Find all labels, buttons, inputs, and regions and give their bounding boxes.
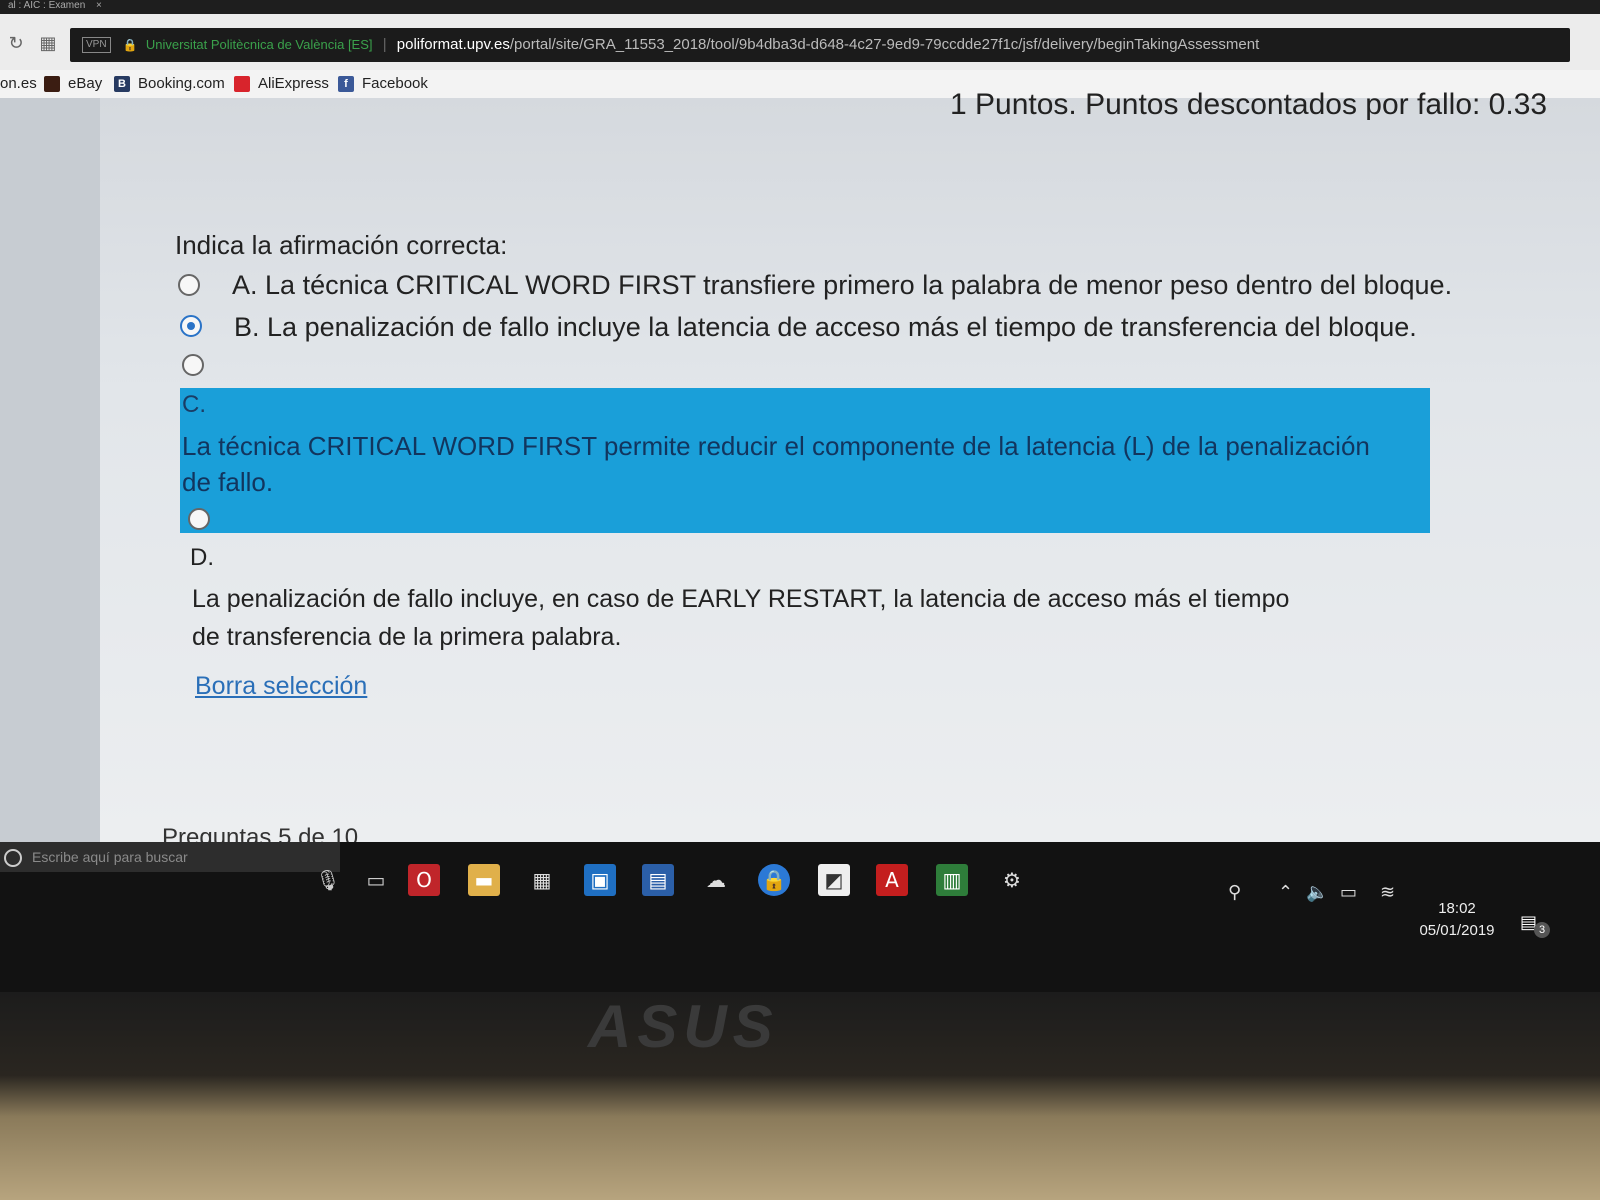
option-a-label[interactable]: A. La técnica CRITICAL WORD FIRST transf… — [232, 270, 1452, 301]
url-separator: | — [382, 36, 387, 53]
microphone-icon[interactable]: 🎙 — [312, 864, 344, 896]
ebay-bag-icon — [44, 76, 60, 93]
option-c-radio[interactable] — [182, 354, 204, 376]
task-view-icon[interactable]: ▭ — [360, 864, 392, 896]
computer-icon[interactable]: ▣ — [584, 864, 616, 896]
bookmark-label: Booking.com — [138, 75, 225, 92]
search-placeholder: Escribe aquí para buscar — [32, 849, 188, 865]
clock-time: 18:02 — [1438, 900, 1476, 917]
file-explorer-icon[interactable]: ▬ — [468, 864, 500, 896]
tab-close-icon[interactable]: × — [96, 0, 102, 11]
question-text: Indica la afirmación correcta: — [175, 230, 508, 260]
bookmark-aliexpress[interactable]: AliExpress — [234, 70, 329, 98]
system-clock[interactable]: 18:02 05/01/2019 — [1412, 898, 1502, 942]
battery-icon[interactable]: ▭ — [1340, 882, 1357, 922]
left-gutter — [0, 98, 100, 842]
lock-icon: 🔒 — [122, 38, 138, 52]
brand-logo: ASUS — [588, 993, 779, 1060]
bookmark-label: Facebook — [362, 75, 428, 92]
option-b-letter: B. — [234, 312, 260, 342]
calculator-icon[interactable]: ▦ — [526, 864, 558, 896]
option-b-radio[interactable] — [180, 315, 202, 337]
bookmark-facebook[interactable]: f Facebook — [338, 70, 428, 98]
bookmark-item[interactable]: on.es — [0, 70, 37, 98]
browser-tab[interactable]: al : AIC : Examen × — [0, 0, 110, 14]
assessment-page: 1 Puntos. Puntos descontados por fallo: … — [0, 88, 1600, 851]
sticky-notes-icon[interactable]: ◩ — [818, 864, 850, 896]
points-info: 1 Puntos. Puntos descontados por fallo: … — [950, 88, 1548, 121]
option-c-letter: C. — [182, 391, 206, 418]
bookmark-booking[interactable]: B Booking.com — [114, 70, 225, 98]
reload-icon[interactable]: ↻ — [6, 34, 26, 54]
url-host: poliformat.upv.es — [396, 36, 510, 53]
option-d-radio[interactable] — [188, 508, 210, 530]
option-d-letter: D. — [190, 544, 214, 571]
bookmark-label: on.es — [0, 75, 37, 92]
clear-selection-link[interactable]: Borra selección — [195, 672, 367, 701]
option-c-text[interactable]: La técnica CRITICAL WORD FIRST permite r… — [182, 428, 1392, 500]
speed-dial-icon[interactable]: ▦ — [38, 34, 58, 54]
volume-icon[interactable]: 🔈 — [1306, 882, 1328, 922]
cloud-app-icon[interactable]: ☁ — [700, 864, 732, 896]
url-path: /portal/site/GRA_11553_2018/tool/9b4dba3… — [509, 36, 1260, 53]
app-window-icon[interactable]: ▤ — [642, 864, 674, 896]
url-field[interactable]: VPN 🔒 Universitat Politècnica de Valènci… — [70, 28, 1570, 62]
option-b-text: La penalización de fallo incluye la late… — [267, 312, 1417, 342]
option-a-letter: A. — [232, 270, 258, 300]
laptop-bezel: ASUS — [0, 992, 1600, 1200]
booking-icon: B — [114, 76, 130, 93]
vpn-badge[interactable]: VPN — [82, 37, 111, 54]
spreadsheet-icon[interactable]: ▥ — [936, 864, 968, 896]
action-center-icon[interactable]: ▤ 3 — [1520, 912, 1550, 938]
tab-title: al : AIC : Examen — [8, 0, 86, 11]
opera-icon[interactable]: O — [408, 864, 440, 896]
clock-date: 05/01/2019 — [1419, 922, 1495, 939]
option-b-label[interactable]: B. La penalización de fallo incluye la l… — [234, 312, 1417, 343]
people-icon[interactable]: ⚲ — [1228, 882, 1241, 922]
wifi-icon[interactable]: ≋ — [1380, 882, 1395, 922]
vpn-lock-icon[interactable]: 🔒 — [758, 864, 790, 896]
notification-count: 3 — [1534, 922, 1550, 938]
acrobat-icon[interactable]: A — [876, 864, 908, 896]
option-a-radio[interactable] — [178, 274, 200, 296]
taskbar: Escribe aquí para buscar 🎙 ▭ O ▬ ▦ ▣ ▤ ☁… — [0, 842, 1600, 992]
show-hidden-icons-chevron-icon[interactable]: ⌃ — [1278, 882, 1293, 922]
option-a-text: La técnica CRITICAL WORD FIRST transfier… — [265, 270, 1453, 300]
facebook-icon: f — [338, 76, 354, 93]
taskbar-search[interactable]: Escribe aquí para buscar — [0, 842, 340, 872]
tab-strip: al : AIC : Examen × — [0, 0, 1600, 14]
bookmark-label: eBay — [68, 75, 103, 92]
address-bar-row: ↻ ▦ VPN 🔒 Universitat Politècnica de Val… — [0, 14, 1600, 70]
site-identity[interactable]: Universitat Politècnica de València [ES] — [146, 37, 373, 52]
option-d-text[interactable]: La penalización de fallo incluye, en cas… — [192, 580, 1302, 656]
bookmark-ebay[interactable]: eBay — [44, 70, 102, 98]
cortana-icon — [4, 849, 22, 868]
aliexpress-icon — [234, 76, 250, 93]
bookmark-label: AliExpress — [258, 75, 329, 92]
settings-gear-icon[interactable]: ⚙ — [996, 864, 1028, 896]
